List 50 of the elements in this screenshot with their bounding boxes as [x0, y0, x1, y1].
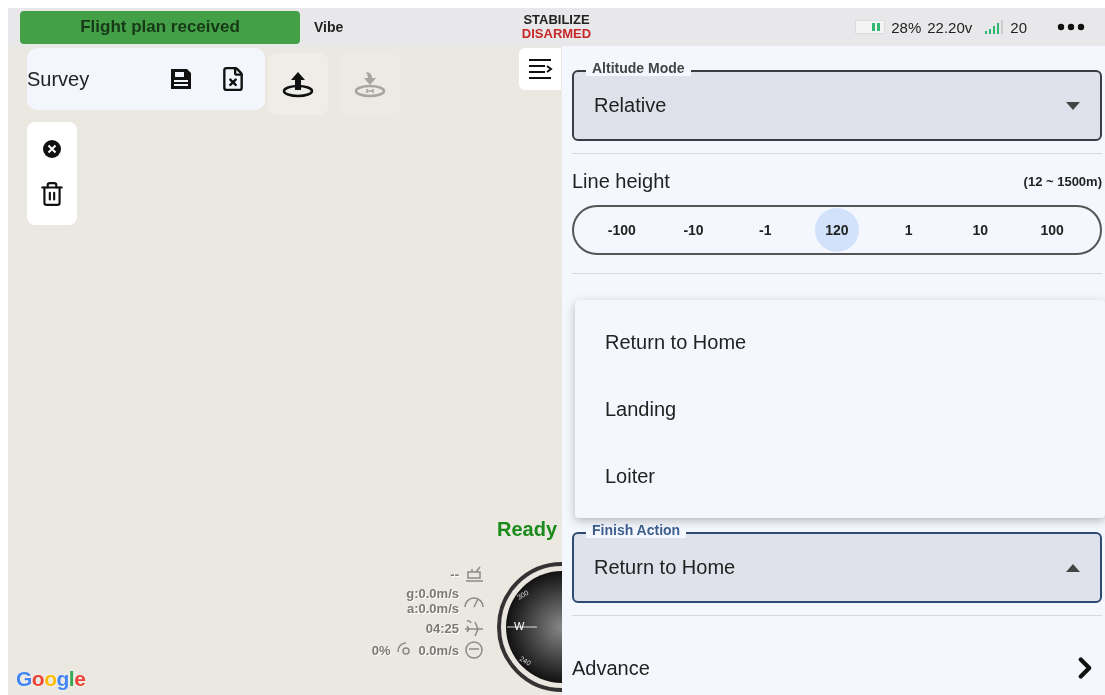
trash-icon[interactable] — [39, 181, 65, 208]
caret-icon — [1066, 101, 1080, 110]
mission-name: Survey — [27, 67, 90, 91]
field-value: Return to Home — [594, 556, 736, 579]
ready-status: Ready — [497, 518, 558, 541]
telemetry-value: 04:25 — [425, 620, 459, 636]
vibe-label[interactable]: Vibe — [314, 19, 344, 35]
field-label: Finish Action — [586, 522, 687, 538]
step-option[interactable]: 1 — [886, 208, 931, 252]
gauge-icon — [463, 640, 485, 660]
step-option[interactable]: 10 — [958, 208, 1003, 252]
step-option[interactable]: -10 — [671, 208, 716, 252]
menu-option[interactable]: Loiter — [575, 456, 1105, 497]
more-icon[interactable] — [1057, 23, 1085, 31]
step-option[interactable]: 100 — [1030, 208, 1075, 252]
line-height-label: Line height — [572, 170, 670, 193]
panel-toggle-button[interactable] — [519, 48, 561, 90]
signal-icon — [984, 20, 1005, 34]
ruler-icon — [463, 564, 485, 584]
flight-mode: STABILIZE — [523, 13, 590, 27]
telemetry-value: g:0.0m/s — [406, 586, 459, 601]
upload-icon — [282, 70, 314, 98]
telemetry-value: -- — [450, 566, 459, 582]
file-x-icon — [220, 66, 246, 92]
battery-icon — [855, 20, 886, 34]
tool-button[interactable] — [268, 53, 328, 115]
google-logo: Google — [16, 667, 86, 691]
voltage: 22.20v — [927, 18, 973, 36]
menu-option[interactable]: Landing — [575, 389, 1105, 429]
step-option[interactable]: -1 — [743, 208, 788, 252]
status-message: Flight plan received — [20, 10, 300, 44]
battery-percent: 28% — [891, 18, 922, 36]
airplane-icon — [463, 618, 485, 638]
field-value: Relative — [594, 94, 667, 117]
arm-state: DISARMED — [521, 27, 592, 41]
telemetry-value: 0% — [371, 642, 391, 658]
menu-option[interactable]: Return to Home — [575, 321, 1105, 362]
close-icon[interactable] — [43, 139, 61, 158]
step-option[interactable]: 120 — [814, 208, 859, 252]
step-option[interactable]: -100 — [599, 208, 644, 252]
caret-icon — [1066, 563, 1080, 572]
telemetry-value: 0.0m/s — [418, 642, 459, 658]
field-label: Altitude Mode — [586, 60, 691, 76]
advance-row[interactable]: Advance — [572, 651, 1102, 685]
menu-icon — [527, 58, 553, 80]
home-download-icon — [354, 70, 386, 98]
telemetry-value: a:0.0m/s — [406, 601, 459, 616]
save-icon — [169, 67, 193, 91]
range-hint: (12 ~ 1500m) — [1023, 174, 1102, 189]
satellite-count: 20 — [1010, 18, 1027, 36]
